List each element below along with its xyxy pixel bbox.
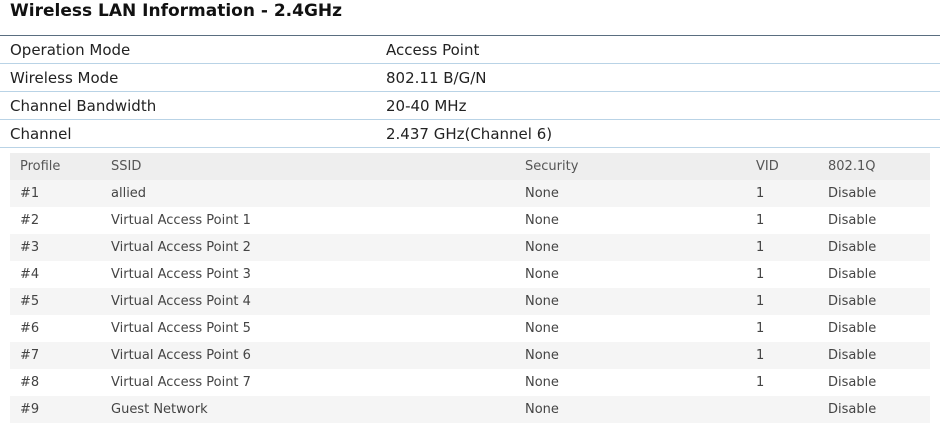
table-row: #9 Guest Network None Disable <box>10 396 930 423</box>
profile-table: Profile SSID Security VID 802.1Q #1 alli… <box>10 153 930 423</box>
table-row: #6 Virtual Access Point 5 None 1 Disable <box>10 315 930 342</box>
cell-profile: #8 <box>20 375 40 390</box>
info-label: Wireless Mode <box>10 69 119 87</box>
cell-profile: #1 <box>20 186 40 201</box>
column-header-vid: VID <box>756 159 779 174</box>
cell-8021q: Disable <box>828 186 877 201</box>
cell-profile: #5 <box>20 294 40 309</box>
table-row: #3 Virtual Access Point 2 None 1 Disable <box>10 234 930 261</box>
profile-table-header: Profile SSID Security VID 802.1Q <box>10 153 930 180</box>
table-row: #8 Virtual Access Point 7 None 1 Disable <box>10 369 930 396</box>
cell-8021q: Disable <box>828 267 877 282</box>
page-title: Wireless LAN Information - 2.4GHz <box>10 1 343 21</box>
cell-8021q: Disable <box>828 348 877 363</box>
cell-8021q: Disable <box>828 213 877 228</box>
cell-vid: 1 <box>756 348 765 363</box>
table-row: #1 allied None 1 Disable <box>10 180 930 207</box>
cell-8021q: Disable <box>828 240 877 255</box>
table-row: #2 Virtual Access Point 1 None 1 Disable <box>10 207 930 234</box>
info-row-channel: Channel 2.437 GHz(Channel 6) <box>0 120 940 148</box>
cell-security: None <box>525 240 559 255</box>
wireless-info-table: Operation Mode Access Point Wireless Mod… <box>0 35 940 148</box>
column-header-security: Security <box>525 159 579 174</box>
cell-vid: 1 <box>756 294 765 309</box>
cell-ssid: Virtual Access Point 3 <box>111 267 251 282</box>
cell-security: None <box>525 267 559 282</box>
cell-profile: #4 <box>20 267 40 282</box>
cell-8021q: Disable <box>828 375 877 390</box>
cell-profile: #3 <box>20 240 40 255</box>
cell-security: None <box>525 294 559 309</box>
cell-ssid: Virtual Access Point 7 <box>111 375 251 390</box>
info-value: Access Point <box>386 41 480 59</box>
cell-vid: 1 <box>756 321 765 336</box>
cell-vid: 1 <box>756 267 765 282</box>
table-row: #4 Virtual Access Point 3 None 1 Disable <box>10 261 930 288</box>
info-row-operation-mode: Operation Mode Access Point <box>0 36 940 64</box>
cell-8021q: Disable <box>828 294 877 309</box>
cell-ssid: Virtual Access Point 6 <box>111 348 251 363</box>
info-value: 802.11 B/G/N <box>386 69 487 87</box>
cell-ssid: allied <box>111 186 147 201</box>
cell-ssid: Virtual Access Point 5 <box>111 321 251 336</box>
cell-profile: #7 <box>20 348 40 363</box>
info-row-channel-bandwidth: Channel Bandwidth 20-40 MHz <box>0 92 940 120</box>
cell-vid: 1 <box>756 375 765 390</box>
cell-vid: 1 <box>756 186 765 201</box>
cell-ssid: Virtual Access Point 4 <box>111 294 251 309</box>
cell-8021q: Disable <box>828 321 877 336</box>
column-header-8021q: 802.1Q <box>828 159 876 174</box>
table-row: #5 Virtual Access Point 4 None 1 Disable <box>10 288 930 315</box>
info-label: Operation Mode <box>10 41 131 59</box>
info-label: Channel <box>10 125 72 143</box>
cell-vid: 1 <box>756 213 765 228</box>
column-header-profile: Profile <box>20 159 61 174</box>
cell-profile: #9 <box>20 402 40 417</box>
wireless-lan-info-page: Wireless LAN Information - 2.4GHz Operat… <box>0 0 940 445</box>
cell-security: None <box>525 186 559 201</box>
info-label: Channel Bandwidth <box>10 97 157 115</box>
column-header-ssid: SSID <box>111 159 142 174</box>
info-value: 2.437 GHz(Channel 6) <box>386 125 553 143</box>
cell-profile: #6 <box>20 321 40 336</box>
cell-security: None <box>525 375 559 390</box>
info-row-wireless-mode: Wireless Mode 802.11 B/G/N <box>0 64 940 92</box>
cell-security: None <box>525 402 559 417</box>
cell-vid: 1 <box>756 240 765 255</box>
table-row: #7 Virtual Access Point 6 None 1 Disable <box>10 342 930 369</box>
cell-8021q: Disable <box>828 402 877 417</box>
cell-security: None <box>525 213 559 228</box>
cell-profile: #2 <box>20 213 40 228</box>
cell-security: None <box>525 321 559 336</box>
cell-ssid: Guest Network <box>111 402 208 417</box>
cell-ssid: Virtual Access Point 1 <box>111 213 251 228</box>
cell-ssid: Virtual Access Point 2 <box>111 240 251 255</box>
info-value: 20-40 MHz <box>386 97 467 115</box>
cell-security: None <box>525 348 559 363</box>
